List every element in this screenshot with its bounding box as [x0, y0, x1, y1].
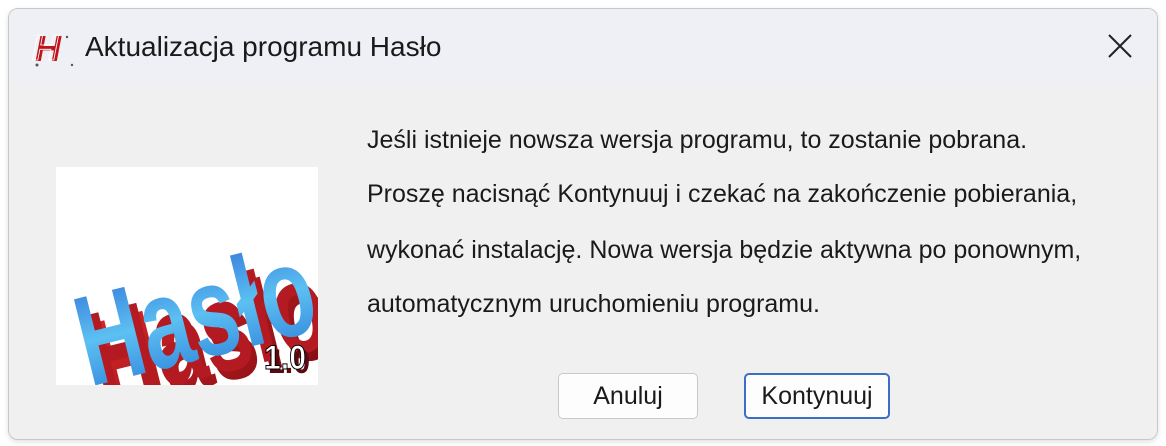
svg-text:H: H: [32, 27, 59, 68]
message-line-1: Jeśli istnieje nowsza wersja programu, t…: [367, 126, 1028, 154]
message-line-3: wykonać instalację. Nowa wersja będzie a…: [367, 236, 1082, 264]
update-dialog: H H Aktualizacja programu Hasło Hasło Ha…: [8, 8, 1158, 440]
close-icon: [1108, 34, 1132, 58]
title-bar: H H Aktualizacja programu Hasło: [9, 9, 1157, 83]
dialog-content: Hasło Hasło Hasło 1.0 1.0 Jeśli istnieje…: [9, 83, 1157, 439]
message-line-2: Proszę nacisnąć Kontynuuj i czekać na za…: [367, 180, 1078, 208]
window-title: Aktualizacja programu Hasło: [85, 31, 442, 62]
close-button[interactable]: [1091, 19, 1149, 73]
message-line-4: automatycznym uruchomieniu programu.: [367, 290, 820, 318]
continue-button[interactable]: Kontynuuj: [744, 373, 890, 419]
logo-version: 1.0: [264, 339, 306, 377]
app-h-icon: H H: [27, 27, 79, 71]
cancel-button[interactable]: Anuluj: [558, 373, 698, 419]
haslo-logo: Hasło Hasło Hasło 1.0 1.0: [56, 167, 347, 438]
